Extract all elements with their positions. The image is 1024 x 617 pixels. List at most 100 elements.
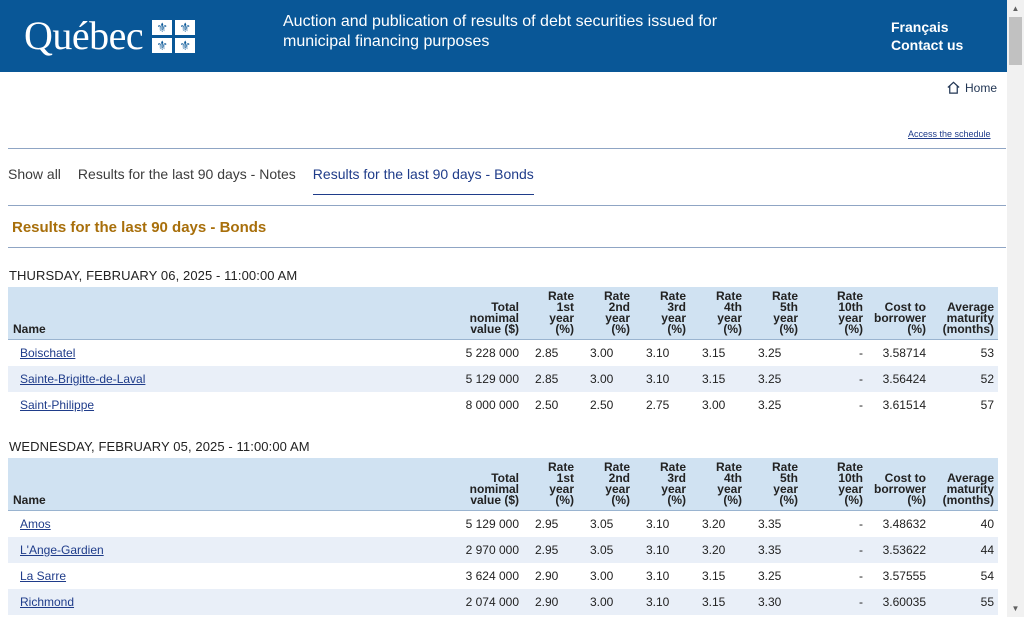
contact-link[interactable]: Contact us <box>891 36 963 54</box>
bond-results-table: Name Total nomimal value ($) Rate 1st year (%) R… <box>8 287 998 418</box>
column-header-rate-1st-year: Rate 1st year (%) <box>523 287 578 340</box>
rate-10th-year-cell: - <box>859 398 863 412</box>
municipality-cell: L'Ange-Gardien <box>8 537 448 563</box>
column-header-line: (%) <box>667 322 686 336</box>
divider <box>8 205 1006 206</box>
scrollbar-thumb[interactable] <box>1009 17 1022 65</box>
scroll-up-arrow-icon[interactable]: ▲ <box>1007 0 1024 17</box>
home-icon <box>947 81 960 94</box>
access-schedule-link[interactable]: Access the schedule <box>908 129 991 139</box>
municipality-link[interactable]: L'Ange-Gardien <box>20 543 104 557</box>
rate-1st-year-cell: 2.85 <box>535 346 559 360</box>
rate-10th-year-cell: - <box>802 537 867 563</box>
column-header-line: (%) <box>779 493 798 507</box>
column-header-line: (%) <box>907 322 926 336</box>
rate-5th-year-cell: 3.25 <box>758 398 782 412</box>
table-row: Boischatel 5 228 000 2.85 3.00 3.10 3.15 3.25 -… <box>8 340 998 367</box>
rate-10th-year-cell: - <box>802 366 867 392</box>
rate-4th-year-cell: 3.15 <box>702 569 726 583</box>
home-label: Home <box>965 80 998 95</box>
rate-4th-year-cell: 3.15 <box>702 346 726 360</box>
municipality-cell: Sainte-Brigitte-de-Laval <box>8 366 448 392</box>
rate-3rd-year-cell: 3.10 <box>646 569 670 583</box>
average-maturity-cell: 53 <box>980 346 994 360</box>
rate-5th-year-cell: 3.35 <box>746 537 802 563</box>
language-link[interactable]: Français <box>891 18 963 36</box>
column-header-line: (%) <box>723 493 742 507</box>
column-header-rate-10th-year: Rate 10th year (%) <box>802 287 867 340</box>
rate-3rd-year-cell: 3.10 <box>634 537 690 563</box>
rate-4th-year-cell: 3.15 <box>690 589 746 615</box>
municipality-link[interactable]: La Sarre <box>20 569 66 583</box>
municipality-link[interactable]: Amos <box>20 517 51 531</box>
table-row: Richmond 2 074 000 2.90 3.00 3.10 3.15 3.30-3.… <box>8 589 998 615</box>
divider <box>8 247 1006 248</box>
column-header-rate-3rd-year: Rate 3rd year (%) <box>634 458 690 511</box>
cost-to-borrower-cell: 3.58714 <box>882 346 926 360</box>
rate-10th-year-cell: - <box>859 569 863 583</box>
column-header-line: (%) <box>611 493 630 507</box>
column-header-rate-3rd-year: Rate 3rd year (%) <box>634 287 690 340</box>
rate-4th-year-cell: 3.20 <box>690 537 746 563</box>
average-maturity-cell: 40 <box>980 517 994 531</box>
rate-4th-year-cell: 3.00 <box>702 398 726 412</box>
rate-2nd-year-cell: 2.50 <box>590 398 614 412</box>
rate-2nd-year-cell: 3.00 <box>578 366 634 392</box>
total-value-cell: 2 970 000 <box>448 537 523 563</box>
total-value-cell: 5 129 000 <box>448 366 523 392</box>
rate-3rd-year-cell: 3.10 <box>634 366 690 392</box>
bond-results-table: Name Total nomimal value ($) Rate 1st year (%) R… <box>8 458 998 615</box>
scroll-down-arrow-icon[interactable]: ▼ <box>1007 600 1024 617</box>
column-header-line: value ($) <box>470 493 519 507</box>
average-maturity-cell: 54 <box>980 569 994 583</box>
column-header-total-value: Total nomimal value ($) <box>448 458 523 511</box>
municipality-link[interactable]: Saint-Philippe <box>20 398 94 412</box>
rate-5th-year-cell: 3.25 <box>758 569 782 583</box>
rate-3rd-year-cell: 3.10 <box>646 346 670 360</box>
cost-to-borrower-cell: 3.53622 <box>867 537 930 563</box>
cost-to-borrower-cell: 3.56424 <box>867 366 930 392</box>
tab-notes-90-days[interactable]: Results for the last 90 days - Notes <box>78 166 296 195</box>
municipality-cell: Amos <box>8 511 448 538</box>
municipality-cell: La Sarre <box>8 563 448 589</box>
rate-10th-year-cell: - <box>802 589 867 615</box>
vertical-scrollbar[interactable]: ▲ ▼ <box>1007 0 1024 617</box>
total-value-cell: 5 228 000 <box>465 346 519 360</box>
column-header-line: (%) <box>844 493 863 507</box>
column-header-rate-4th-year: Rate 4th year (%) <box>690 287 746 340</box>
rate-5th-year-cell: 3.30 <box>746 589 802 615</box>
rate-1st-year-cell: 2.50 <box>535 398 559 412</box>
column-header-line: (%) <box>611 322 630 336</box>
site-title: Auction and publication of results of de… <box>283 13 718 50</box>
tab-show-all[interactable]: Show all <box>8 166 61 195</box>
tab-bonds-90-days[interactable]: Results for the last 90 days - Bonds <box>312 166 534 195</box>
column-header-line: (months) <box>942 493 994 507</box>
municipality-link[interactable]: Richmond <box>20 595 74 609</box>
logo-wordmark: Québec <box>24 13 144 58</box>
home-link[interactable]: Home <box>946 80 997 95</box>
table-row: L'Ange-Gardien 2 970 000 2.95 3.05 3.10 3.20 3… <box>8 537 998 563</box>
cost-to-borrower-cell: 3.48632 <box>882 517 926 531</box>
page: Québec ⚜ ⚜ ⚜ ⚜ Auction and publication o… <box>0 0 1007 617</box>
average-maturity-cell: 44 <box>930 537 998 563</box>
tab-bar: Show all Results for the last 90 days - … <box>8 166 551 195</box>
auction-date-heading: THURSDAY, FEBRUARY 06, 2025 - 11:00:00 A… <box>9 268 298 283</box>
rate-10th-year-cell: - <box>859 346 863 360</box>
cost-to-borrower-cell: 3.60035 <box>867 589 930 615</box>
rate-2nd-year-cell: 3.00 <box>578 589 634 615</box>
column-header-rate-10th-year: Rate 10th year (%) <box>802 458 867 511</box>
municipality-cell: Richmond <box>8 589 448 615</box>
column-header-rate-5th-year: Rate 5th year (%) <box>746 287 802 340</box>
municipality-link[interactable]: Boischatel <box>20 346 75 360</box>
column-header-line: (%) <box>667 493 686 507</box>
rate-5th-year-cell: 3.25 <box>746 366 802 392</box>
total-value-cell: 2 074 000 <box>448 589 523 615</box>
site-header: Québec ⚜ ⚜ ⚜ ⚜ Auction and publication o… <box>0 0 1007 72</box>
column-header-rate-2nd-year: Rate 2nd year (%) <box>578 287 634 340</box>
municipality-link[interactable]: Sainte-Brigitte-de-Laval <box>20 372 145 386</box>
quebec-logo[interactable]: Québec ⚜ ⚜ ⚜ ⚜ <box>24 13 196 58</box>
column-header-line: (%) <box>844 322 863 336</box>
rate-3rd-year-cell: 3.10 <box>634 589 690 615</box>
column-header-rate-4th-year: Rate 4th year (%) <box>690 458 746 511</box>
column-header-line: (months) <box>942 322 994 336</box>
